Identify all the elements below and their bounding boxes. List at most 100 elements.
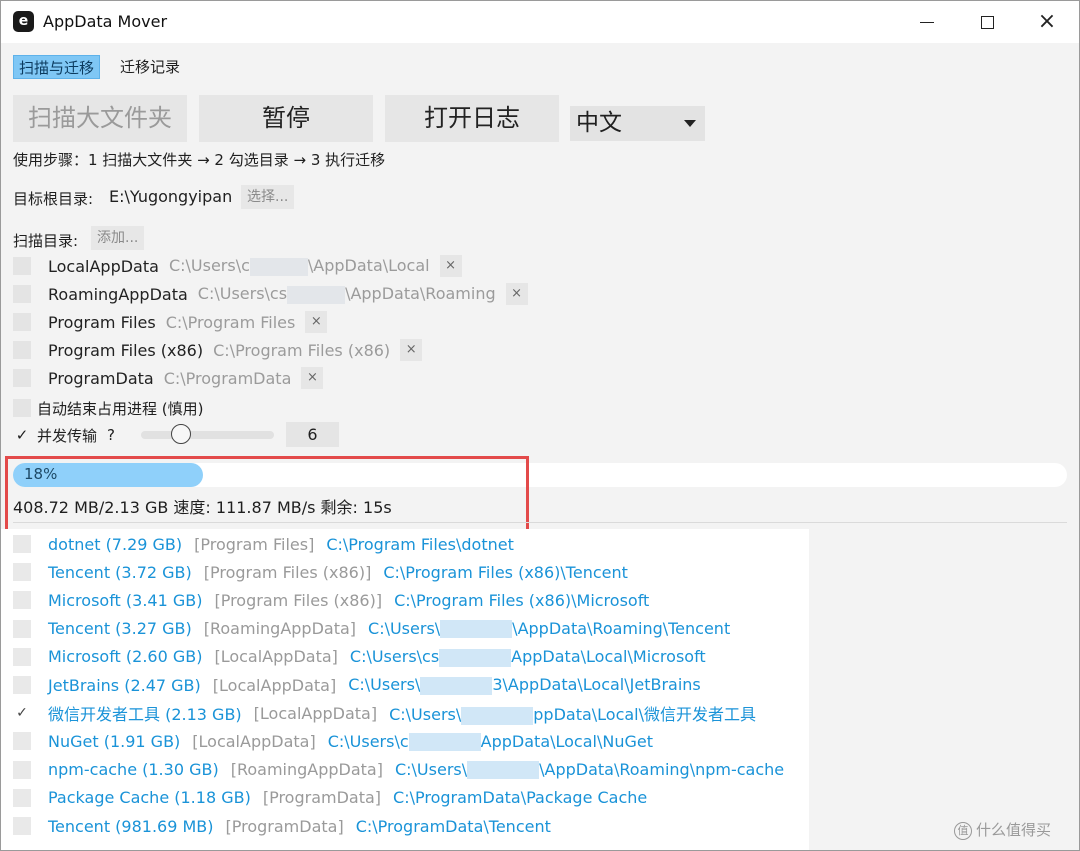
scan-dir-row[interactable]: ProgramData C:\ProgramData × — [13, 366, 324, 390]
result-row[interactable]: dotnet (7.29 GB) [Program Files] C:\Progra… — [13, 530, 514, 558]
path-prefix: C:\ProgramData\Package Cache — [393, 788, 648, 808]
result-checkbox[interactable] — [13, 563, 31, 582]
remove-dir-button[interactable]: × — [301, 367, 324, 389]
result-path[interactable]: C:\Program Files\dotnet — [326, 535, 514, 554]
maximize-button[interactable] — [957, 1, 1017, 43]
result-checkbox[interactable] — [13, 732, 31, 751]
window-title: AppData Mover — [43, 12, 168, 31]
result-path[interactable]: C:\Program Files (x86)\Microsoft — [394, 591, 649, 610]
remove-dir-button[interactable]: × — [305, 311, 328, 333]
result-checkbox[interactable] — [13, 535, 31, 553]
auto-kill-option[interactable]: 自动结束占用进程 (慎用) — [13, 396, 203, 420]
close-icon: × — [1037, 9, 1057, 34]
path-prefix: C:\Program Files — [165, 312, 296, 332]
concurrent-option[interactable]: ✓ 并发传输 ? — [13, 423, 115, 447]
result-row[interactable]: Tencent (981.69 MB) [ProgramData] C:\Progr… — [13, 812, 551, 840]
result-row[interactable]: Microsoft (2.60 GB) [LocalAppData] C:\User… — [13, 643, 706, 671]
scan-dir-name: Program Files (x86) — [48, 340, 204, 360]
slider-thumb[interactable] — [170, 424, 191, 444]
result-row[interactable]: JetBrains (2.47 GB) [LocalAppData] C:\User… — [13, 671, 701, 699]
watermark-text: 什么值得买 — [976, 821, 1052, 839]
result-path[interactable]: C:\Users\cs AppData\Local\Microsoft — [350, 647, 706, 667]
concurrent-check-icon[interactable]: ✓ — [13, 426, 31, 444]
path-prefix: C:\Users\ — [368, 618, 441, 638]
result-row[interactable]: Tencent (3.72 GB) [Program Files (x86)] C:… — [13, 558, 628, 586]
redaction-mask — [439, 648, 512, 667]
minimize-button[interactable] — [897, 1, 957, 43]
watermark: 值什么值得买 — [954, 819, 1051, 840]
tab-scan-migrate[interactable]: 扫描与迁移 — [13, 55, 101, 79]
scan-dir-row[interactable]: RoamingAppData C:\Users\cs \AppData\Roamin… — [13, 282, 528, 306]
result-name: Tencent (981.69 MB) — [48, 816, 214, 836]
scan-dir-checkbox[interactable] — [13, 369, 31, 387]
scan-large-folders-button[interactable]: 扫描大文件夹 — [13, 95, 187, 142]
remove-dir-button[interactable]: × — [439, 255, 462, 277]
result-name: Microsoft (2.60 GB) — [48, 647, 203, 667]
scan-dir-row[interactable]: Program Files C:\Program Files × — [13, 310, 328, 334]
scan-dir-row[interactable]: LocalAppData C:\Users\c \AppData\Local × — [13, 254, 462, 278]
path-prefix: C:\Program Files\dotnet — [326, 534, 514, 554]
scan-dir-checkbox[interactable] — [13, 285, 31, 303]
path-suffix: \AppData\Roaming\npm-cache — [539, 759, 785, 779]
path-suffix: AppData\Local\NuGet — [480, 731, 653, 751]
result-row[interactable]: Tencent (3.27 GB) [RoamingAppData] C:\User… — [13, 615, 730, 643]
result-name: npm-cache (1.30 GB) — [48, 760, 219, 780]
result-category: [Program Files (x86)] — [203, 562, 372, 582]
result-path[interactable]: C:\Users\ \AppData\Roaming\Tencent — [368, 619, 730, 639]
result-path[interactable]: C:\Users\ \AppData\Roaming\npm-cache — [395, 760, 784, 780]
concurrency-slider[interactable] — [141, 424, 274, 444]
result-checkbox[interactable] — [13, 788, 31, 807]
result-checkbox[interactable] — [13, 676, 31, 694]
result-path[interactable]: C:\Program Files (x86)\Tencent — [383, 563, 628, 582]
scan-dir-checkbox[interactable] — [13, 313, 31, 331]
result-checkbox[interactable] — [13, 817, 31, 835]
auto-kill-checkbox[interactable] — [13, 399, 31, 417]
choose-target-button[interactable]: 选择... — [241, 185, 295, 209]
remove-dir-button[interactable]: × — [400, 339, 423, 361]
result-row[interactable]: npm-cache (1.30 GB) [RoamingAppData] C:\Us… — [13, 756, 784, 784]
scan-dir-path: C:\Program Files (x86) — [213, 341, 390, 360]
result-path[interactable]: C:\Users\ ppData\Local\微信开发者工具 — [389, 701, 756, 725]
result-checkbox[interactable] — [13, 647, 31, 666]
redaction-mask — [287, 285, 346, 304]
pause-button[interactable]: 暂停 — [199, 95, 373, 142]
scan-dir-checkbox[interactable] — [13, 257, 31, 275]
result-row[interactable]: ✓ 微信开发者工具 (2.13 GB) [LocalAppData] C:\Users… — [13, 699, 756, 727]
path-prefix: C:\Users\ — [348, 675, 421, 695]
close-button[interactable]: × — [1017, 1, 1077, 43]
path-suffix: \AppData\Roaming — [345, 284, 496, 304]
result-category: [LocalAppData] — [212, 675, 337, 695]
result-path[interactable]: C:\Users\c AppData\Local\NuGet — [328, 732, 653, 752]
result-checkbox[interactable] — [13, 591, 31, 610]
help-icon[interactable]: ? — [107, 426, 115, 444]
result-row[interactable]: Package Cache (1.18 GB) [ProgramData] C:\P… — [13, 784, 647, 812]
result-path[interactable]: C:\ProgramData\Tencent — [356, 817, 551, 836]
scan-results-list[interactable]: dotnet (7.29 GB) [Program Files] C:\Progra… — [1, 529, 809, 850]
result-category: [LocalAppData] — [253, 703, 378, 723]
title-bar[interactable]: e AppData Mover × — [1, 1, 1079, 43]
scan-dir-checkbox[interactable] — [13, 341, 31, 359]
result-checkbox[interactable]: ✓ — [13, 704, 31, 722]
result-row[interactable]: NuGet (1.91 GB) [LocalAppData] C:\Users\c A… — [13, 727, 653, 755]
path-suffix: \AppData\Local — [307, 256, 430, 276]
scan-dir-name: RoamingAppData — [48, 284, 188, 304]
tab-migration-history[interactable]: 迁移记录 — [115, 55, 185, 79]
remove-dir-button[interactable]: × — [505, 283, 528, 305]
concurrency-value[interactable]: 6 — [286, 422, 339, 447]
steps-text: 使用步骤：1 扫描大文件夹 → 2 勾选目录 → 3 执行迁移 — [13, 151, 386, 169]
scan-dir-row[interactable]: Program Files (x86) C:\Program Files (x86… — [13, 338, 423, 362]
scan-dir-path: C:\Program Files — [166, 313, 296, 332]
path-prefix: C:\Users\ — [389, 705, 462, 725]
result-checkbox[interactable] — [13, 760, 31, 779]
result-checkbox[interactable] — [13, 619, 31, 638]
result-path[interactable]: C:\Users\ 3\AppData\Local\JetBrains — [348, 675, 701, 695]
open-log-button[interactable]: 打开日志 — [385, 95, 559, 142]
add-scan-dir-button[interactable]: 添加... — [91, 226, 145, 250]
result-path[interactable]: C:\ProgramData\Package Cache — [393, 788, 647, 807]
target-root-path: E:\Yugongyipan — [109, 187, 233, 206]
redaction-mask — [249, 257, 308, 276]
language-select[interactable]: 中文 — [570, 106, 705, 141]
scan-dir-name: ProgramData — [48, 368, 154, 388]
path-suffix: AppData\Local\Microsoft — [511, 647, 706, 667]
result-row[interactable]: Microsoft (3.41 GB) [Program Files (x86)]… — [13, 586, 649, 614]
